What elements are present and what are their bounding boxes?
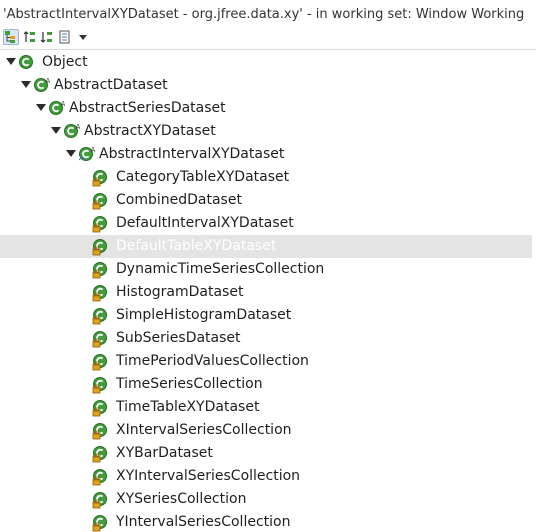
svg-text:A: A — [76, 123, 81, 131]
expand-twisty-icon[interactable] — [21, 81, 31, 88]
hierarchy-toolbar — [0, 27, 536, 50]
tree-row[interactable]: TimeTableXYDataset — [0, 396, 532, 419]
tree-row-label: Object — [42, 54, 88, 70]
package-class-icon — [92, 515, 107, 532]
tree-row-label: XYIntervalSeriesCollection — [116, 468, 301, 484]
tree-row[interactable]: SubSeriesDataset — [0, 327, 532, 350]
package-class-icon — [92, 400, 107, 417]
tree-row-label: CombinedDataset — [116, 192, 242, 208]
abstract-class-icon: A — [78, 146, 96, 161]
tree-row-label: DefaultIntervalXYDataset — [116, 215, 294, 231]
tree-row-label: HistogramDataset — [116, 284, 244, 300]
package-class-icon — [92, 423, 107, 440]
show-type-hierarchy-button[interactable] — [3, 29, 19, 45]
tree-row[interactable]: XYIntervalSeriesCollection — [0, 465, 532, 488]
tree-row[interactable]: XYSeriesCollection — [0, 488, 532, 511]
subtype-hierarchy-icon — [40, 32, 52, 43]
tree-row-label: AbstractSeriesDataset — [69, 100, 226, 116]
svg-text:A: A — [91, 146, 96, 154]
tree-row[interactable]: DynamicTimeSeriesCollection — [0, 258, 532, 281]
package-class-icon — [92, 239, 107, 256]
tree-row-label: TimePeriodValuesCollection — [116, 353, 309, 369]
abstract-class-icon: A — [64, 123, 81, 138]
package-class-icon — [92, 262, 107, 279]
tree-row[interactable]: YIntervalSeriesCollection — [0, 511, 532, 532]
tree-row[interactable]: Object — [0, 51, 532, 74]
package-class-icon — [92, 446, 107, 463]
tree-row-label: TimeTableXYDataset — [116, 399, 260, 415]
tree-row-label: XIntervalSeriesCollection — [116, 422, 292, 438]
class-icon — [19, 55, 33, 69]
package-class-icon — [92, 193, 107, 210]
view-menu-button[interactable] — [75, 29, 91, 45]
tree-row[interactable]: CategoryTableXYDataset — [0, 166, 532, 189]
tree-row[interactable]: DefaultIntervalXYDataset — [0, 212, 532, 235]
supertype-hierarchy-icon — [23, 31, 35, 42]
tree-row[interactable]: XYBarDataset — [0, 442, 532, 465]
tree-row-label: AbstractDataset — [54, 77, 168, 93]
package-class-icon — [92, 216, 107, 233]
view-title-bar: 'AbstractIntervalXYDataset - org.jfree.d… — [0, 0, 536, 26]
abstract-class-icon: A — [34, 77, 51, 92]
history-button[interactable] — [57, 29, 73, 45]
tree-row[interactable]: CombinedDataset — [0, 189, 532, 212]
show-subtype-hierarchy-button[interactable] — [39, 29, 55, 45]
type-hierarchy-icon — [5, 31, 15, 43]
package-class-icon — [92, 492, 107, 509]
chevron-down-icon — [79, 35, 87, 40]
package-class-icon — [92, 377, 107, 394]
tree-row-label: SubSeriesDataset — [116, 330, 241, 346]
tree-row[interactable]: A AbstractXYDataset — [0, 120, 532, 143]
expand-twisty-icon[interactable] — [6, 58, 16, 65]
svg-text:A: A — [61, 100, 66, 108]
tree-row[interactable]: A AbstractIntervalXYDataset — [0, 143, 532, 166]
show-supertype-hierarchy-button[interactable] — [22, 29, 38, 45]
tree-row-label: AbstractIntervalXYDataset — [99, 146, 285, 162]
type-hierarchy-tree: Object A AbstractDataset A AbstractSeriesDat… — [0, 51, 536, 532]
tree-row[interactable]: SimpleHistogramDataset — [0, 304, 532, 327]
tree-row[interactable]: TimeSeriesCollection — [0, 373, 532, 396]
expand-twisty-icon[interactable] — [36, 104, 46, 111]
tree-row[interactable]: TimePeriodValuesCollection — [0, 350, 532, 373]
tree-row-label: XYBarDataset — [116, 445, 213, 461]
tree-row-label: SimpleHistogramDataset — [116, 307, 292, 323]
tree-row-label: AbstractXYDataset — [84, 123, 216, 139]
package-class-icon — [92, 308, 107, 325]
package-class-icon — [92, 331, 107, 348]
tree-row-label: DefaultTableXYDataset — [116, 238, 277, 254]
tree-row-label: XYSeriesCollection — [116, 491, 247, 507]
tree-row-label: DynamicTimeSeriesCollection — [116, 261, 325, 277]
package-class-icon — [92, 170, 107, 187]
package-class-icon — [92, 285, 107, 302]
svg-text:A: A — [46, 77, 51, 85]
tree-row-label: TimeSeriesCollection — [116, 376, 263, 392]
history-list-icon — [59, 30, 70, 44]
expand-twisty-icon[interactable] — [51, 127, 61, 134]
tree-row-label: YIntervalSeriesCollection — [116, 514, 291, 530]
expand-twisty-icon[interactable] — [66, 150, 76, 157]
tree-row[interactable]: HistogramDataset — [0, 281, 532, 304]
tree-row[interactable]: A AbstractDataset — [0, 74, 532, 97]
tree-row[interactable]: A AbstractSeriesDataset — [0, 97, 532, 120]
tree-row[interactable]: XIntervalSeriesCollection — [0, 419, 532, 442]
tree-row[interactable]: DefaultTableXYDataset — [0, 235, 532, 258]
abstract-class-icon: A — [49, 100, 66, 115]
view-title: 'AbstractIntervalXYDataset - org.jfree.d… — [3, 7, 525, 22]
tree-row-label: CategoryTableXYDataset — [116, 169, 290, 185]
package-class-icon — [92, 469, 107, 486]
package-class-icon — [92, 354, 107, 371]
